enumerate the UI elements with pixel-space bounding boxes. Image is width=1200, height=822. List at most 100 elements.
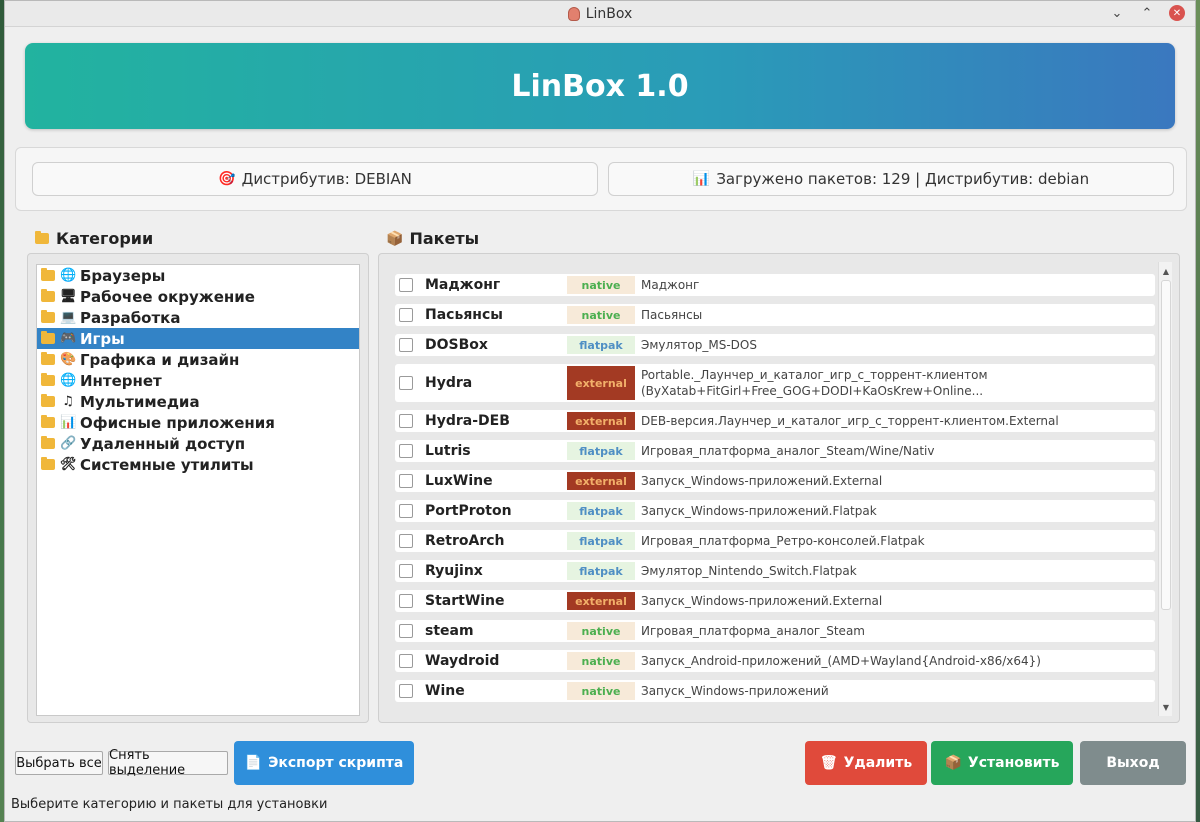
export-script-button[interactable]: 📄 Экспорт скрипта	[234, 741, 414, 785]
packages-scrollbar[interactable]: ▲ ▼	[1158, 262, 1172, 716]
delete-button[interactable]: 🗑 Удалить	[805, 741, 927, 785]
close-icon[interactable]: ✕	[1169, 5, 1185, 21]
exit-label: Выход	[1106, 755, 1160, 771]
package-checkbox[interactable]	[399, 376, 413, 390]
window-title: LinBox	[567, 5, 633, 22]
package-description: Запуск_Windows-приложений	[641, 684, 829, 698]
category-item[interactable]: 🌐 Браузеры	[37, 265, 359, 286]
category-label: Игры	[80, 329, 125, 348]
maximize-icon[interactable]: ⌃	[1139, 5, 1155, 21]
packages-panel: Маджонг native Маджонг Пасьянсы native Пасьян…	[378, 253, 1180, 723]
install-button[interactable]: 📦 Установить	[931, 741, 1073, 785]
category-item[interactable]: 🎮 Игры	[37, 328, 359, 349]
category-item[interactable]: 💻 Разработка	[37, 307, 359, 328]
package-checkbox[interactable]	[399, 684, 413, 698]
package-checkbox[interactable]	[399, 594, 413, 608]
category-item[interactable]: 🛠 Системные утилиты	[37, 454, 359, 475]
package-checkbox[interactable]	[399, 654, 413, 668]
categories-title: Категории	[56, 229, 154, 248]
category-label: Удаленный доступ	[80, 434, 246, 453]
package-type-badge: external	[567, 592, 635, 610]
package-checkbox[interactable]	[399, 414, 413, 428]
category-icon: 🎮	[60, 331, 77, 346]
chart-icon: 📊	[692, 171, 711, 187]
package-name: DOSBox	[425, 337, 488, 353]
category-label: Рабочее окружение	[80, 287, 255, 306]
package-row[interactable]: DOSBox flatpak Эмулятор_MS-DOS	[395, 334, 1155, 356]
install-label: Установить	[967, 755, 1060, 771]
category-label: Системные утилиты	[80, 455, 254, 474]
target-icon: 🎯	[218, 171, 236, 187]
packages-label: Загружено пакетов: 129 | Дистрибутив: de…	[716, 170, 1090, 188]
package-row[interactable]: LuxWine external Запуск_Windows-приложений…	[395, 470, 1155, 492]
package-checkbox[interactable]	[399, 278, 413, 292]
category-label: Браузеры	[80, 266, 166, 285]
package-name: PortProton	[425, 503, 512, 519]
package-row[interactable]: Hydra external Portable._Лаунчер_и_каталог…	[395, 364, 1155, 402]
package-name: Маджонг	[425, 277, 501, 293]
package-row[interactable]: PortProton flatpak Запуск_Windows-приложен…	[395, 500, 1155, 522]
package-description: Запуск_Android-приложений_(AMD+Wayland{A…	[641, 654, 1041, 668]
package-row[interactable]: Ryujinx flatpak Эмулятор_Nintendo_Switch.F…	[395, 560, 1155, 582]
category-item[interactable]: 🖥 Рабочее окружение	[37, 286, 359, 307]
package-checkbox[interactable]	[399, 444, 413, 458]
folder-open-icon	[41, 268, 55, 281]
package-name: StartWine	[425, 593, 505, 609]
package-name: Hydra	[425, 375, 473, 391]
package-type-badge: external	[567, 366, 635, 400]
package-type-badge: flatpak	[567, 442, 635, 460]
window-title-text: LinBox	[585, 5, 633, 22]
package-checkbox[interactable]	[399, 474, 413, 488]
package-row[interactable]: StartWine external Запуск_Windows-приложен…	[395, 590, 1155, 612]
package-row[interactable]: steam native Игровая_платформа_аналог_Stea…	[395, 620, 1155, 642]
package-checkbox[interactable]	[399, 534, 413, 548]
exit-button[interactable]: Выход	[1080, 741, 1186, 785]
package-name: LuxWine	[425, 473, 493, 489]
folder-open-icon	[41, 352, 55, 365]
package-type-badge: flatpak	[567, 502, 635, 520]
categories-heading: Категории	[35, 229, 153, 248]
folder-icon	[35, 231, 49, 244]
package-checkbox[interactable]	[399, 338, 413, 352]
select-all-button[interactable]: Выбрать все	[15, 751, 103, 775]
package-row[interactable]: Wine native Запуск_Windows-приложений	[395, 680, 1155, 702]
category-label: Мультимедиа	[80, 392, 200, 411]
package-row[interactable]: Маджонг native Маджонг	[395, 274, 1155, 296]
package-row[interactable]: Lutris flatpak Игровая_платформа_аналог_St…	[395, 440, 1155, 462]
package-description: Игровая_платформа_аналог_Steam	[641, 624, 865, 638]
package-type-badge: external	[567, 472, 635, 490]
package-row[interactable]: Пасьянсы native Пасьянсы	[395, 304, 1155, 326]
export-label: Экспорт скрипта	[268, 755, 404, 771]
folder-open-icon	[41, 394, 55, 407]
category-item[interactable]: 🌐 Интернет	[37, 370, 359, 391]
package-description: Маджонг	[641, 278, 700, 292]
package-row[interactable]: Hydra-DEB external DEB-версия.Лаунчер_и_ка…	[395, 410, 1155, 432]
package-row[interactable]: Waydroid native Запуск_Android-приложений_…	[395, 650, 1155, 672]
category-item[interactable]: 📊 Офисные приложения	[37, 412, 359, 433]
category-item[interactable]: ♫ Мультимедиа	[37, 391, 359, 412]
category-label: Графика и дизайн	[80, 350, 240, 369]
categories-list[interactable]: 🌐 Браузеры 🖥 Рабочее окружение 💻 Разработка 🎮 И…	[36, 264, 360, 716]
category-item[interactable]: 🎨 Графика и дизайн	[37, 349, 359, 370]
category-icon: 🛠	[60, 457, 77, 472]
folder-open-icon	[41, 415, 55, 428]
package-description: Пасьянсы	[641, 308, 703, 322]
package-description: Игровая_платформа_аналог_Steam/Wine/Nati…	[641, 444, 935, 458]
package-checkbox[interactable]	[399, 564, 413, 578]
package-type-badge: native	[567, 652, 635, 670]
packages-list[interactable]: Маджонг native Маджонг Пасьянсы native Пасьян…	[387, 262, 1162, 716]
scroll-down-icon[interactable]: ▼	[1159, 700, 1173, 714]
scroll-thumb[interactable]	[1161, 280, 1171, 610]
package-row[interactable]: RetroArch flatpak Игровая_платформа_Ретро-…	[395, 530, 1155, 552]
package-checkbox[interactable]	[399, 308, 413, 322]
package-description: DEB-версия.Лаунчер_и_каталог_игр_с_торре…	[641, 414, 1059, 428]
package-description: Запуск_Windows-приложений.Flatpak	[641, 504, 877, 518]
deselect-button[interactable]: Снять выделение	[108, 748, 228, 778]
minimize-icon[interactable]: ⌄	[1109, 5, 1125, 21]
scroll-up-icon[interactable]: ▲	[1159, 264, 1173, 278]
category-label: Офисные приложения	[80, 413, 275, 432]
package-checkbox[interactable]	[399, 624, 413, 638]
distro-info: 🎯 Дистрибутив: DEBIAN	[32, 162, 598, 196]
package-checkbox[interactable]	[399, 504, 413, 518]
category-item[interactable]: 🔗 Удаленный доступ	[37, 433, 359, 454]
